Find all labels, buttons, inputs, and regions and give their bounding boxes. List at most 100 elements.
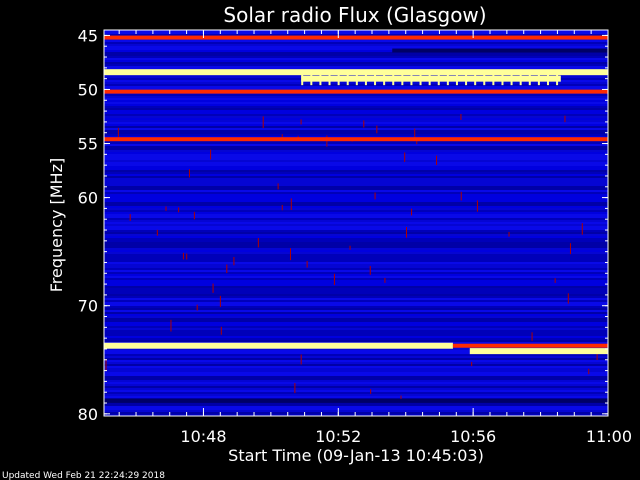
noise-row (104, 372, 608, 374)
band-spike (501, 72, 504, 86)
band-spike (528, 72, 531, 86)
noise-speck (374, 192, 376, 200)
noise-row (104, 312, 608, 314)
noise-row (104, 294, 608, 296)
x-tick-label: 10:48 (180, 427, 226, 446)
noise-row (104, 292, 608, 294)
chart-title: Solar radio Flux (Glasgow) (223, 3, 486, 27)
band (104, 342, 453, 349)
noise-row (104, 32, 608, 34)
noise-row (104, 242, 608, 244)
noise-row (104, 250, 608, 252)
noise-speck (165, 206, 167, 211)
noise-row (104, 228, 608, 230)
noise-row (104, 226, 608, 228)
noise-speck (281, 204, 283, 211)
noise-speck (460, 191, 462, 201)
noise-row (104, 284, 608, 286)
noise-row (104, 232, 608, 234)
noise-row (104, 382, 608, 384)
noise-row (104, 112, 608, 114)
band-spike (419, 72, 422, 86)
noise-row (104, 106, 608, 108)
band-spike (310, 72, 313, 86)
noise-row (104, 152, 608, 154)
noise-row (104, 290, 608, 292)
noise-row (104, 42, 608, 44)
noise-row (104, 212, 608, 214)
noise-row (104, 60, 608, 62)
noise-speck (188, 169, 190, 178)
noise-row (104, 360, 608, 362)
noise-speck (476, 200, 478, 212)
noise-row (104, 288, 608, 290)
noise-row (104, 374, 608, 376)
noise-row (104, 308, 608, 310)
noise-row (104, 202, 608, 204)
band-spike (546, 72, 549, 86)
noise-row (104, 266, 608, 268)
noise-speck (588, 368, 590, 375)
noise-row (104, 206, 608, 208)
noise-speck (277, 183, 279, 190)
band-spike (537, 72, 540, 86)
noise-row (104, 164, 608, 166)
noise-row (104, 412, 608, 414)
noise-speck (129, 214, 131, 221)
noise-row (104, 166, 608, 168)
noise-speck (436, 155, 438, 166)
noise-row (104, 214, 608, 216)
noise-row (104, 192, 608, 194)
band-spike (383, 72, 386, 86)
noise-row (104, 362, 608, 364)
noise-row (104, 114, 608, 116)
noise-row (104, 258, 608, 260)
noise-row (104, 298, 608, 300)
noise-row (104, 126, 608, 128)
noise-row (104, 94, 608, 96)
noise-row (104, 196, 608, 198)
noise-speck (170, 319, 172, 332)
band-spike (446, 72, 449, 86)
noise-row (104, 380, 608, 382)
noise-speck (471, 361, 473, 367)
band-spike (492, 72, 495, 86)
band (392, 48, 608, 53)
noise-speck (219, 295, 221, 307)
updated-timestamp: Updated Wed Feb 21 22:24:29 2018 (2, 471, 165, 480)
noise-row (104, 270, 608, 272)
noise-row (104, 254, 608, 256)
band-spike (392, 72, 395, 86)
noise-row (104, 408, 608, 410)
noise-speck (369, 266, 371, 275)
noise-speck (226, 264, 228, 274)
band (469, 348, 608, 355)
noise-row (104, 218, 608, 220)
noise-speck (370, 389, 372, 394)
noise-speck (363, 120, 365, 128)
band-spike (319, 72, 322, 86)
noise-row (104, 280, 608, 282)
noise-row (104, 220, 608, 222)
noise-texture (104, 30, 608, 416)
noise-row (104, 120, 608, 122)
noise-row (104, 54, 608, 56)
band (104, 35, 608, 40)
noise-speck (156, 229, 158, 236)
noise-row (104, 66, 608, 68)
noise-row (104, 244, 608, 246)
noise-row (104, 116, 608, 118)
noise-row (104, 154, 608, 156)
noise-row (104, 272, 608, 274)
noise-row (104, 64, 608, 66)
noise-speck (182, 252, 184, 260)
noise-row (104, 104, 608, 106)
noise-speck (257, 238, 259, 248)
band-spike (483, 72, 486, 86)
noise-speck (300, 354, 302, 365)
band-spike (510, 72, 513, 86)
noise-row (104, 188, 608, 190)
noise-speck (404, 152, 406, 162)
noise-row (104, 276, 608, 278)
noise-row (104, 158, 608, 160)
